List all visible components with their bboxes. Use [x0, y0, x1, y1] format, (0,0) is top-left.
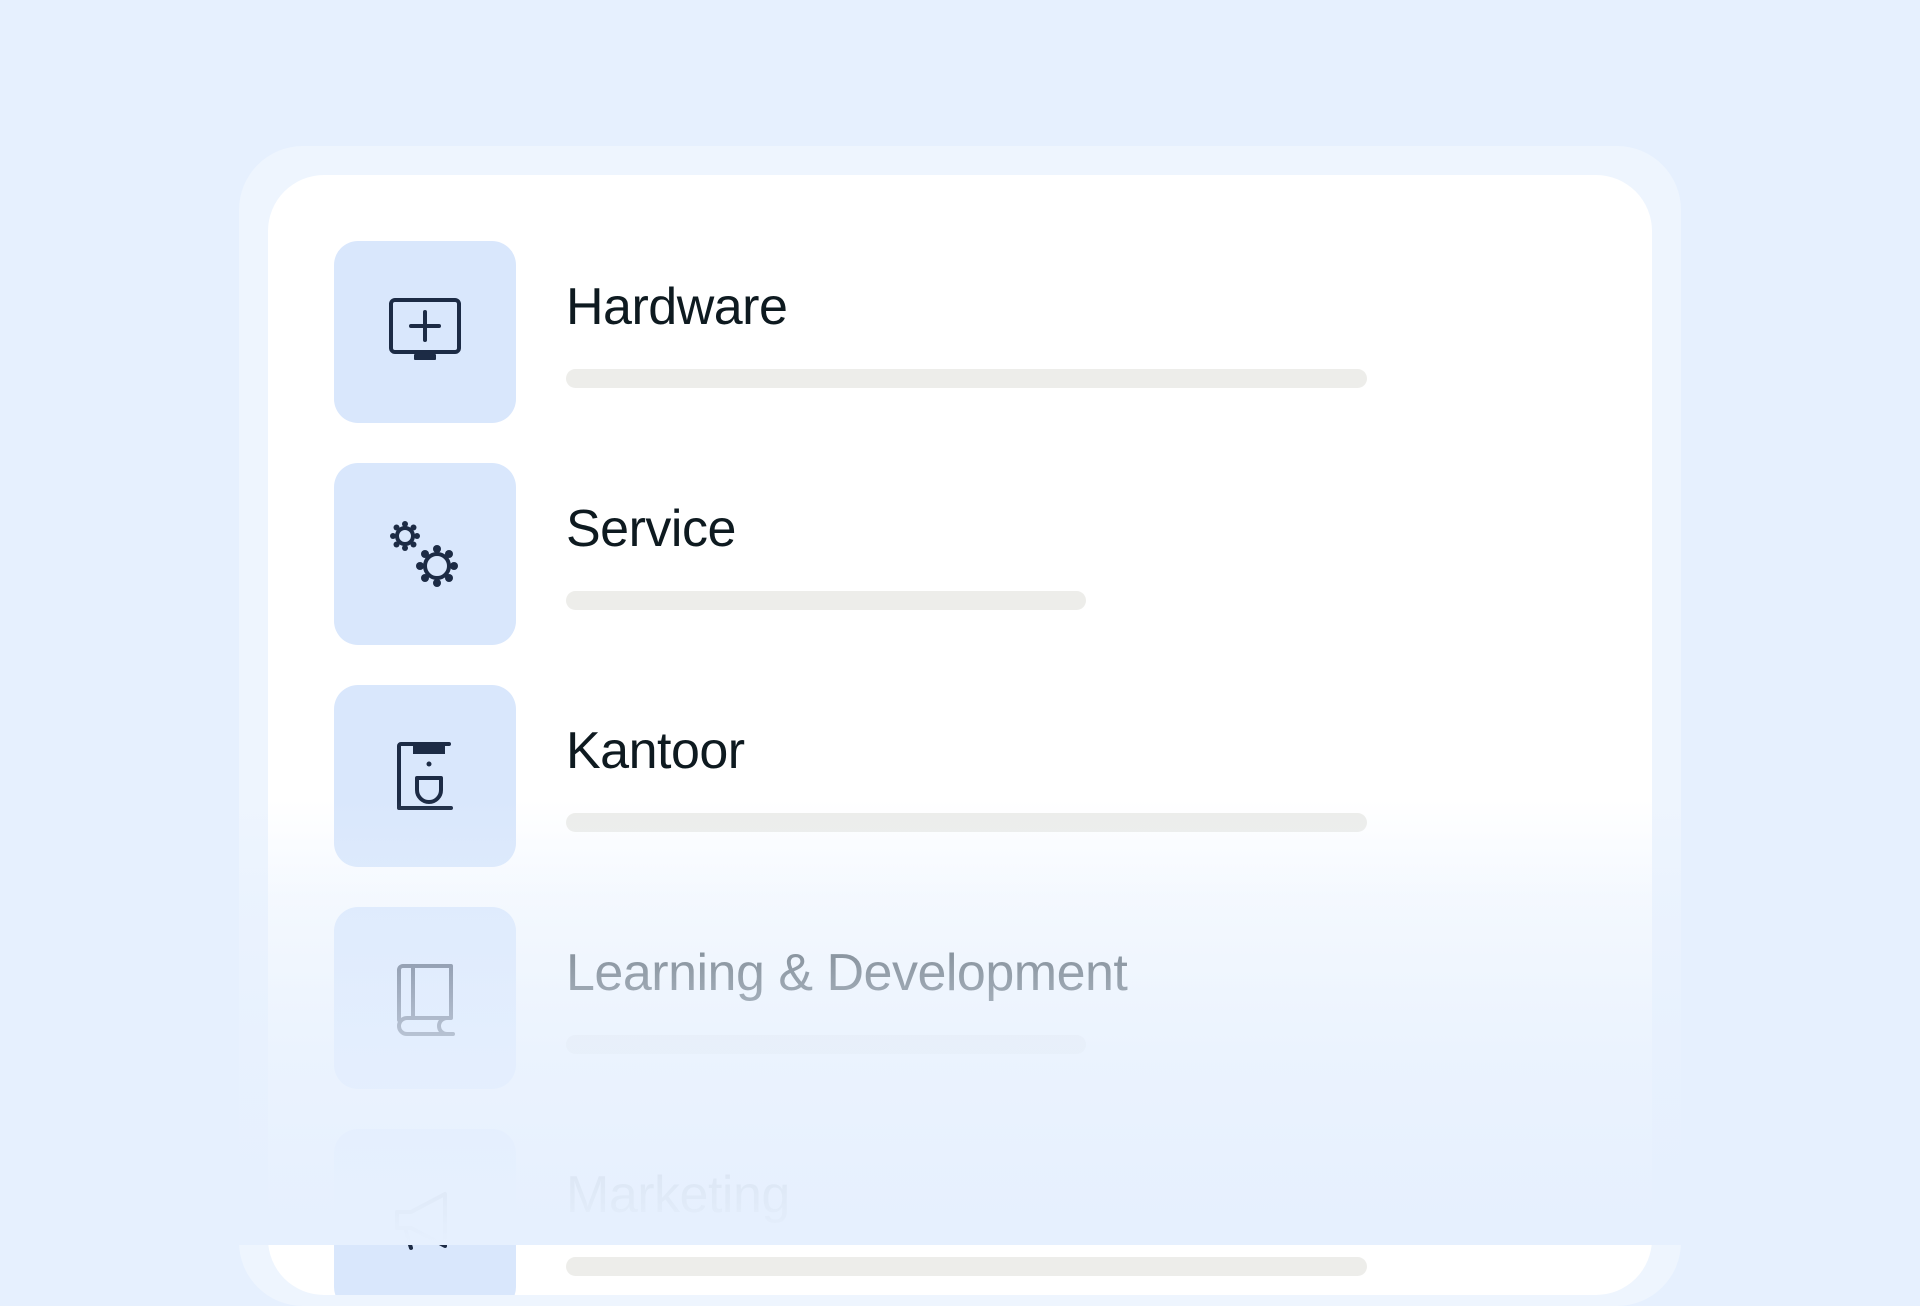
placeholder-bar [566, 369, 1367, 388]
category-label: Service [566, 500, 736, 558]
category-label: Hardware [566, 278, 788, 336]
category-panel: Hardware Service Kantoor Learning & Deve… [268, 175, 1652, 1295]
megaphone-icon [395, 1192, 447, 1250]
category-list: Hardware Service Kantoor Learning & Deve… [334, 241, 1534, 1295]
placeholder-bar [566, 591, 1086, 610]
placeholder-bar [566, 813, 1367, 832]
category-item-hardware[interactable]: Hardware [334, 241, 1534, 423]
icon-tile [334, 463, 516, 645]
category-item-kantoor[interactable]: Kantoor [334, 685, 1534, 867]
category-item-marketing[interactable]: Marketing [334, 1129, 1534, 1295]
monitor-plus-icon [389, 298, 461, 360]
category-item-learning-development[interactable]: Learning & Development [334, 907, 1534, 1089]
icon-tile [334, 685, 516, 867]
category-item-service[interactable]: Service [334, 463, 1534, 645]
category-label: Learning & Development [566, 944, 1128, 1002]
icon-tile [334, 1129, 516, 1295]
icon-tile [334, 907, 516, 1089]
category-label: Kantoor [566, 722, 745, 780]
placeholder-bar [566, 1257, 1367, 1276]
gears-icon [390, 521, 458, 587]
coffee-machine-icon [397, 742, 453, 810]
category-label: Marketing [566, 1166, 790, 1224]
book-icon [397, 964, 455, 1036]
icon-tile [334, 241, 516, 423]
placeholder-bar [566, 1035, 1086, 1054]
